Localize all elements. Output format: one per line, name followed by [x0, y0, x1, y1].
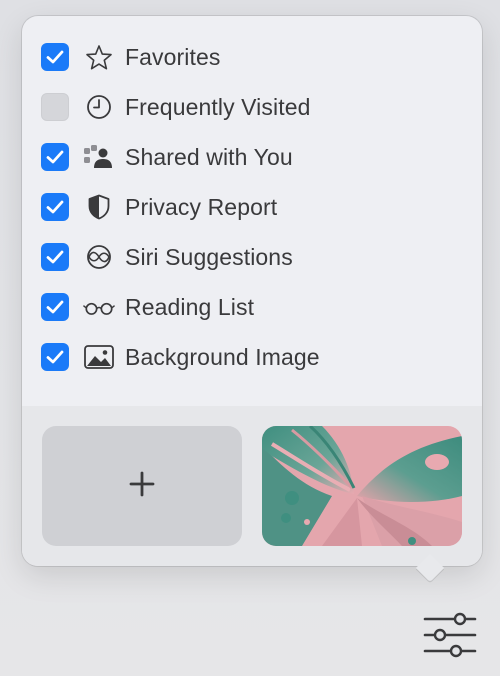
reading-list-checkbox[interactable]	[41, 293, 69, 321]
siri-suggestions-checkbox[interactable]	[41, 243, 69, 271]
option-frequently-visited[interactable]: Frequently Visited	[22, 82, 482, 132]
shared-with-you-label: Shared with You	[125, 143, 293, 170]
favorites-label: Favorites	[125, 43, 221, 70]
background-thumbnail-butterfly[interactable]	[262, 426, 462, 546]
customize-button[interactable]	[422, 611, 478, 659]
photo-icon	[83, 343, 115, 371]
background-picker	[22, 406, 482, 566]
frequently-visited-label: Frequently Visited	[125, 93, 311, 120]
option-privacy-report[interactable]: Privacy Report	[22, 182, 482, 232]
shared-people-icon	[83, 143, 115, 171]
star-icon	[83, 43, 115, 71]
option-background-image[interactable]: Background Image	[22, 332, 482, 382]
shared-with-you-checkbox[interactable]	[41, 143, 69, 171]
background-image-checkbox[interactable]	[41, 343, 69, 371]
reading-list-label: Reading List	[125, 293, 255, 320]
start-page-customize-popover: Favorites Frequently Visited Shared with…	[22, 16, 482, 566]
siri-suggestions-label: Siri Suggestions	[125, 243, 293, 270]
favorites-checkbox[interactable]	[41, 43, 69, 71]
background-image-label: Background Image	[125, 343, 320, 370]
option-favorites[interactable]: Favorites	[22, 32, 482, 82]
shield-icon	[83, 193, 115, 221]
clock-icon	[83, 93, 115, 121]
section-list: Favorites Frequently Visited Shared with…	[22, 32, 482, 382]
plus-icon	[128, 470, 156, 503]
option-reading-list[interactable]: Reading List	[22, 282, 482, 332]
sliders-icon	[422, 612, 478, 663]
add-background-button[interactable]	[42, 426, 242, 546]
privacy-report-checkbox[interactable]	[41, 193, 69, 221]
option-siri-suggestions[interactable]: Siri Suggestions	[22, 232, 482, 282]
siri-icon	[83, 243, 115, 271]
glasses-icon	[83, 293, 115, 321]
option-shared-with-you[interactable]: Shared with You	[22, 132, 482, 182]
privacy-report-label: Privacy Report	[125, 193, 278, 220]
frequently-visited-checkbox[interactable]	[41, 93, 69, 121]
